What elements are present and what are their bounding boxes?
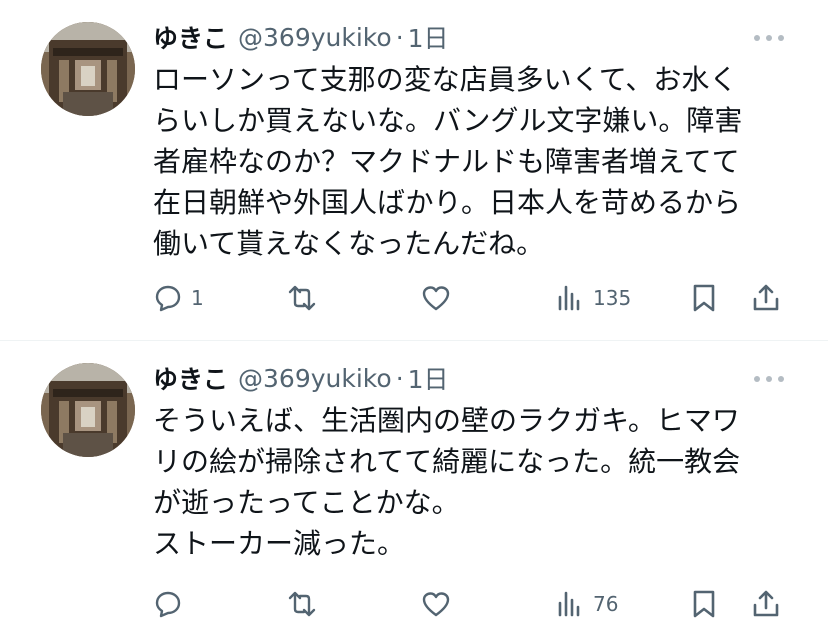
avatar-image	[41, 363, 135, 457]
tweet-text-line: 在日朝鮮や外国人ばかり。日本人を苛めるから	[153, 186, 742, 219]
bookmark-button[interactable]	[689, 278, 719, 318]
views-button[interactable]: 135	[555, 278, 631, 318]
reply-button[interactable]: 1	[153, 278, 204, 318]
heart-icon	[422, 592, 450, 617]
retweet-arrows-icon	[288, 285, 316, 311]
retweet-arrows-icon	[288, 591, 316, 617]
tweet-header: ゆきこ @369yukiko · 1日	[153, 17, 449, 57]
separator-dot: ·	[395, 22, 404, 52]
reply-bubble-icon	[155, 285, 181, 312]
reply-count: 1	[191, 286, 204, 310]
bookmark-icon	[693, 284, 715, 312]
author-handle[interactable]: @369yukiko	[238, 23, 392, 52]
bookmark-icon	[693, 590, 715, 618]
action-bar: 1 135	[153, 278, 783, 318]
tweet-text-line: 働いて貰えなくなったんだね。	[153, 227, 545, 260]
share-button[interactable]	[751, 584, 781, 624]
tweet-header: ゆきこ @369yukiko · 1日	[153, 358, 449, 398]
heart-icon	[422, 286, 450, 311]
timestamp[interactable]: 1日	[408, 19, 449, 55]
tweet-text-line: 者雇枠なのか？マクドナルドも障害者増えてて	[153, 145, 740, 178]
tweet-text-line: ストーカー減った。	[153, 527, 406, 560]
author-handle[interactable]: @369yukiko	[238, 364, 392, 393]
timestamp[interactable]: 1日	[408, 360, 449, 396]
tweet-text-line: ローソンって支那の変な店員多いくて、お水く	[153, 63, 738, 96]
action-bar: 76	[153, 584, 783, 624]
tweet[interactable]: ゆきこ @369yukiko · 1日 そういえば、生活圏内の壁のラクガキ。ヒマ…	[0, 341, 828, 641]
share-button[interactable]	[751, 278, 781, 318]
more-dots-icon[interactable]	[754, 34, 784, 42]
avatar[interactable]	[41, 363, 135, 457]
retweet-button[interactable]	[287, 278, 325, 318]
like-button[interactable]	[421, 584, 459, 624]
tweet[interactable]: ゆきこ @369yukiko · 1日 ローソンって支那の変な店員多いくて、お水…	[0, 0, 828, 340]
share-upload-icon	[753, 284, 779, 311]
retweet-button[interactable]	[287, 584, 325, 624]
reply-bubble-icon	[155, 591, 181, 618]
views-button[interactable]: 76	[555, 584, 618, 624]
author-name[interactable]: ゆきこ	[153, 360, 228, 396]
bookmark-button[interactable]	[689, 584, 719, 624]
tweet-text-line: リの絵が掃除されてて綺麗になった。統一教会	[153, 445, 741, 478]
bar-chart-icon	[558, 591, 580, 617]
author-name[interactable]: ゆきこ	[153, 19, 228, 55]
more-dots-icon[interactable]	[754, 375, 784, 383]
tweet-text-line: が逝ったってことかな。	[153, 486, 460, 519]
separator-dot: ·	[395, 363, 404, 393]
share-upload-icon	[753, 590, 779, 617]
tweet-text: そういえば、生活圏内の壁のラクガキ。ヒマワ リの絵が掃除されてて綺麗になった。統…	[153, 400, 793, 564]
bar-chart-icon	[558, 285, 580, 311]
reply-button[interactable]	[153, 584, 191, 624]
tweet-text-line: らいしか買えないな。バングル文字嫌い。障害	[153, 104, 743, 137]
view-count: 76	[593, 592, 619, 616]
view-count: 135	[593, 286, 632, 310]
like-button[interactable]	[421, 278, 459, 318]
avatar-image	[41, 22, 135, 116]
avatar[interactable]	[41, 22, 135, 116]
tweet-text-line: そういえば、生活圏内の壁のラクガキ。ヒマワ	[153, 404, 740, 437]
tweet-text: ローソンって支那の変な店員多いくて、お水く らいしか買えないな。バングル文字嫌い…	[153, 59, 793, 264]
